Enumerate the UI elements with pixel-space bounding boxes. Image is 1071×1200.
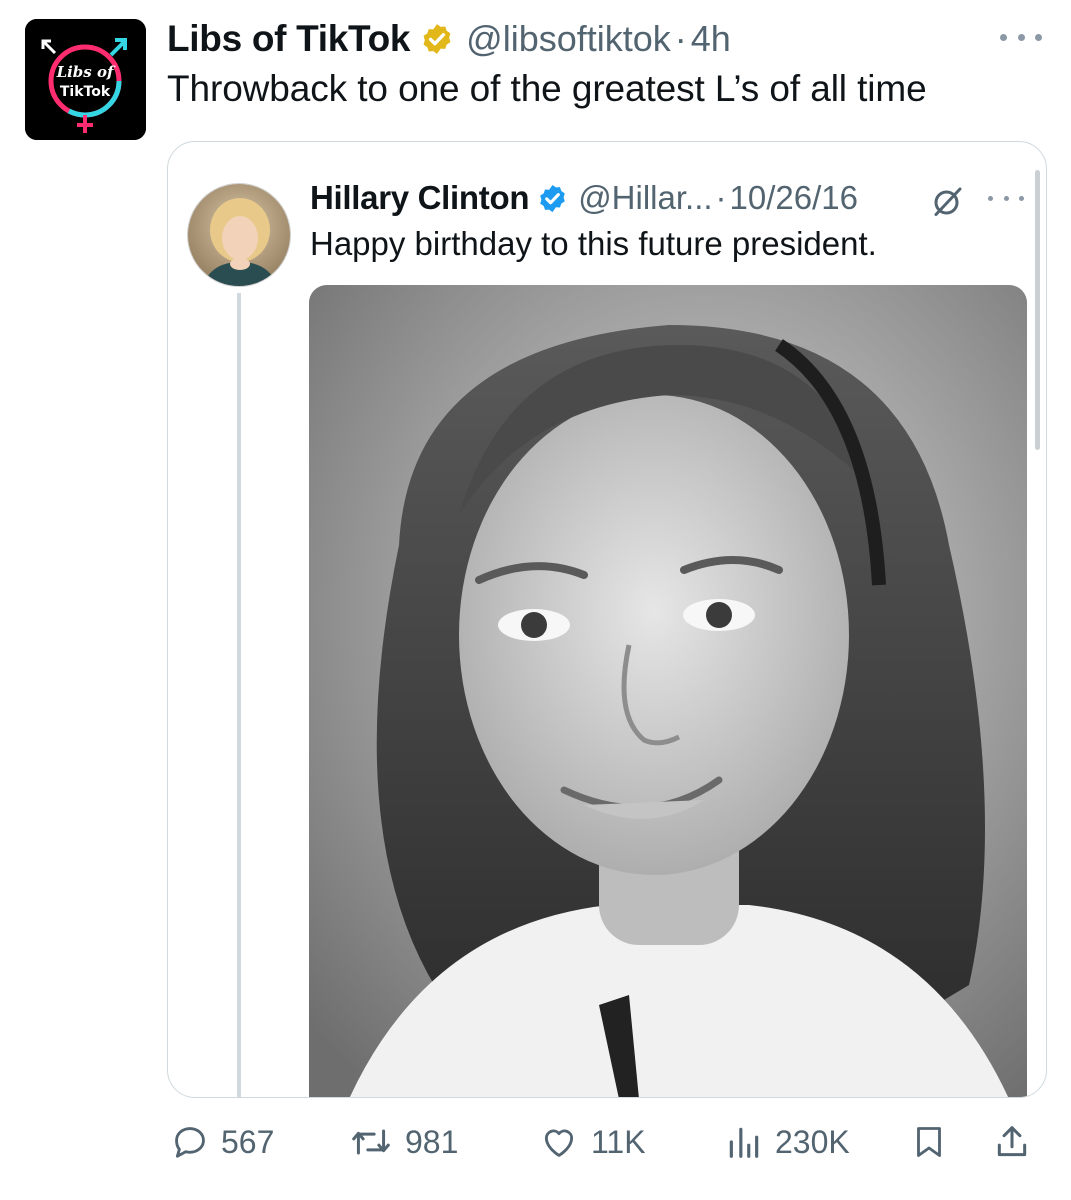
bookmark-icon [917, 1127, 941, 1157]
quoted-tweet-photo[interactable] [309, 285, 1027, 1097]
share-icon [997, 1126, 1027, 1157]
author-handle[interactable]: @libsoftiktok [466, 18, 671, 60]
scrollbar[interactable] [1035, 170, 1040, 450]
thread-line [237, 293, 241, 1097]
tweet-timestamp[interactable]: 4h [691, 18, 731, 60]
tweet-header: Libs of TikTok @libsoftiktok · 4h [167, 14, 731, 64]
like-button[interactable]: 11K [539, 1112, 646, 1172]
more-options-button[interactable] [996, 24, 1046, 50]
bookmark-button[interactable] [911, 1112, 947, 1172]
repost-button[interactable]: 981 [349, 1112, 458, 1172]
logo-text-line2: TikTok [60, 84, 111, 100]
author-name[interactable]: Libs of TikTok [167, 18, 410, 60]
quoted-tweet-header: Hillary Clinton @Hillar... · 10/26/16 [310, 175, 858, 221]
repost-count: 981 [405, 1123, 459, 1160]
blue-verified-badge-icon[interactable] [537, 183, 568, 214]
logo-text-line1: Libs of [56, 63, 116, 81]
views-button[interactable]: 230K [725, 1112, 850, 1172]
quoted-tweet-timestamp[interactable]: 10/26/16 [730, 179, 858, 217]
libs-of-tiktok-logo: Libs of TikTok [25, 19, 146, 140]
more-dot-icon [1003, 195, 1009, 201]
separator-dot: · [715, 179, 727, 216]
avatar-photo [188, 184, 290, 286]
quoted-tweet-card[interactable]: Hillary Clinton @Hillar... · 10/26/16 Ha… [167, 141, 1047, 1098]
more-dot-icon [988, 195, 993, 201]
more-dot-icon [1019, 195, 1024, 201]
black-and-white-portrait-image [309, 285, 1027, 1097]
heart-icon [544, 1129, 574, 1157]
gold-verified-badge-icon[interactable] [420, 22, 454, 56]
separator-dot: · [674, 18, 687, 59]
views-chart-icon [729, 1127, 759, 1158]
repost-icon [352, 1129, 390, 1155]
quoted-more-options-button[interactable] [988, 192, 1024, 204]
reply-button[interactable]: 567 [171, 1112, 274, 1172]
quoted-author-handle[interactable]: @Hillar... [578, 179, 712, 217]
quoted-tweet-text: Happy birthday to this future president. [310, 225, 877, 262]
reply-icon [175, 1127, 205, 1158]
quoted-author-avatar[interactable] [187, 183, 291, 287]
more-dot-icon [1035, 33, 1042, 41]
more-dot-icon [1017, 33, 1025, 41]
tweet-action-bar: 567 981 11K 230K [167, 1112, 1047, 1172]
reply-count: 567 [221, 1123, 275, 1160]
tweet-text: Throwback to one of the greatest L’s of … [167, 68, 927, 109]
views-count: 230K [775, 1123, 850, 1160]
quoted-author-name[interactable]: Hillary Clinton [310, 179, 529, 217]
like-count: 11K [591, 1123, 646, 1160]
author-avatar[interactable]: Libs of TikTok [25, 19, 146, 140]
share-button[interactable] [993, 1112, 1031, 1172]
grok-icon[interactable] [930, 183, 966, 219]
more-dot-icon [1000, 33, 1007, 41]
